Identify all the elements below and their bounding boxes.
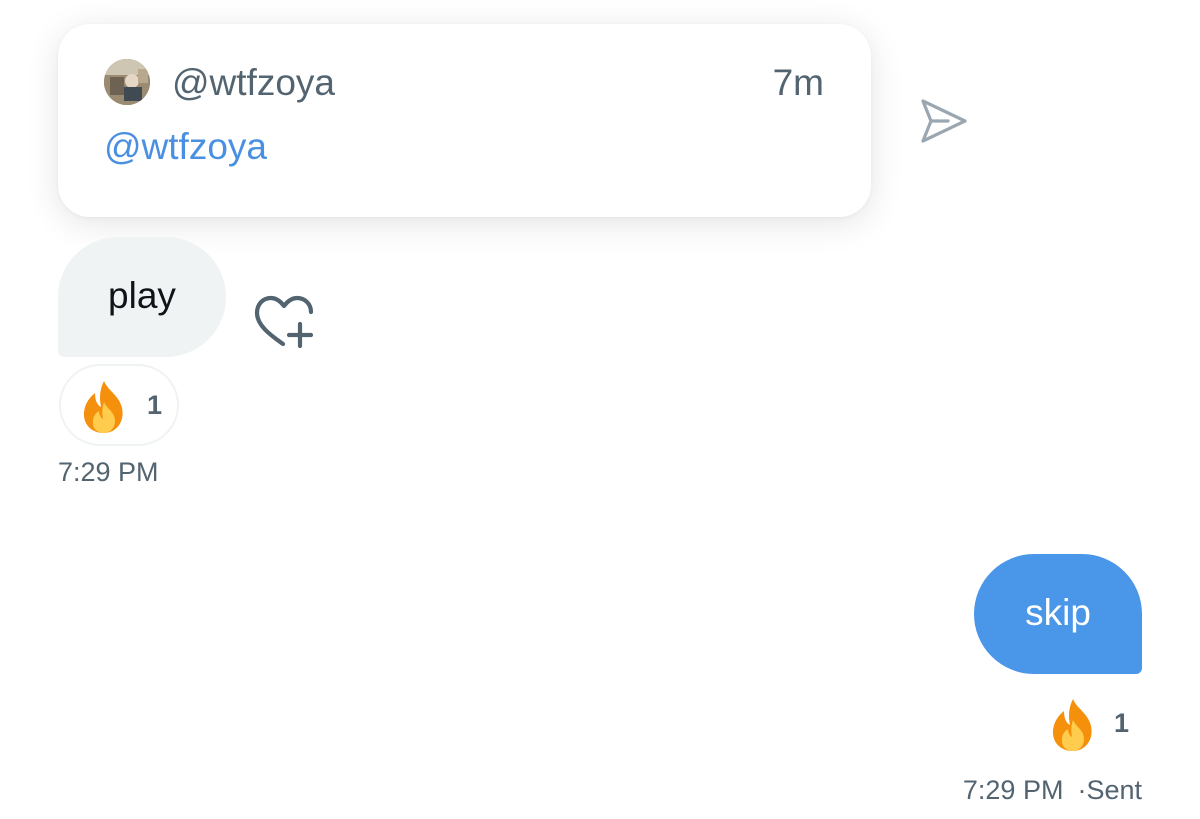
quoted-tweet-card[interactable]: @wtfzoya 7m @wtfzoya	[58, 24, 871, 217]
quoted-tweet-time: 7m	[772, 62, 824, 103]
received-message-text: play	[108, 275, 176, 316]
send-icon[interactable]	[918, 96, 970, 146]
dm-conversation: @wtfzoya 7m @wtfzoya play 1 7:29 PM skip	[0, 0, 1200, 819]
sent-message-text: skip	[1025, 592, 1091, 633]
sent-message-bubble[interactable]: skip	[974, 554, 1142, 674]
fire-icon	[75, 378, 133, 436]
fire-icon	[1044, 696, 1102, 754]
quoted-tweet-text[interactable]: @wtfzoya	[104, 126, 267, 168]
quoted-tweet-handle[interactable]: @wtfzoya	[172, 62, 335, 104]
avatar[interactable]	[104, 59, 150, 105]
sent-status: Sent	[1086, 775, 1142, 805]
received-message-time: 7:29 PM	[58, 457, 159, 487]
reaction-count: 1	[147, 390, 163, 420]
reaction-count: 1	[1114, 708, 1130, 738]
received-message-bubble[interactable]: play	[58, 237, 226, 357]
sent-message-time: 7:29 PM	[962, 775, 1064, 805]
sent-message-meta: 7:29 PM ·Sent	[963, 774, 1142, 806]
received-reaction-pill[interactable]: 1	[59, 364, 179, 446]
sent-reaction[interactable]: 1	[1044, 696, 1142, 756]
heart-plus-icon[interactable]	[253, 294, 317, 352]
